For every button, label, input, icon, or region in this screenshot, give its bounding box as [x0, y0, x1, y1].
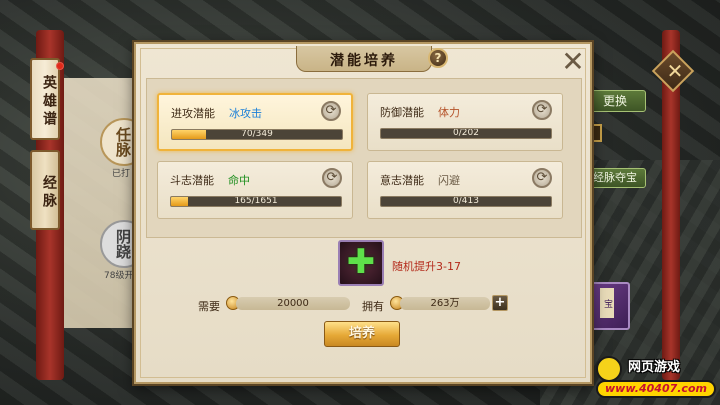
potential-card-attack[interactable]: 进攻潜能 冰攻击 ⟳ 70/349	[157, 93, 353, 151]
potential-attribute: 命中	[228, 174, 250, 187]
potential-training-dialog: 潜能培养 ? ✕ 进攻潜能 冰攻击 ⟳ 70/349 防御潜能 体力 ⟳ 0/2…	[134, 42, 592, 384]
change-button[interactable]: 更换	[584, 90, 646, 112]
watermark-logo-icon	[596, 356, 622, 382]
meridian-node-ren-status: 已打	[112, 169, 131, 179]
progress-text: 70/349	[241, 129, 273, 139]
add-currency-button[interactable]: +	[492, 295, 508, 311]
random-boost-text: 随机提升3-17	[392, 260, 461, 273]
potential-grid: 进攻潜能 冰攻击 ⟳ 70/349 防御潜能 体力 ⟳ 0/202 斗志潜能 命…	[146, 78, 582, 238]
potential-attribute: 体力	[438, 106, 460, 119]
close-icon[interactable]: ✕	[560, 48, 586, 76]
refresh-icon[interactable]: ⟳	[322, 168, 342, 188]
cultivate-button[interactable]: 培养	[324, 321, 400, 347]
help-icon[interactable]: ?	[428, 48, 448, 68]
meridian-node-yinqiao-status: 78级开	[104, 271, 134, 281]
watermark-title: 网页游戏	[628, 360, 681, 375]
need-amount: 20000	[236, 297, 350, 310]
tab-hero-list[interactable]: 英雄谱	[30, 58, 60, 140]
notification-dot	[56, 62, 64, 70]
potential-card-defense[interactable]: 防御潜能 体力 ⟳ 0/202	[367, 93, 563, 151]
potential-card-morale[interactable]: 斗志潜能 命中 ⟳ 165/1651	[157, 161, 353, 219]
potential-progress-bar: 70/349	[171, 129, 343, 140]
outer-close-icon: ✕	[666, 59, 684, 83]
progress-text: 0/202	[453, 128, 479, 138]
progress-text: 0/413	[453, 196, 479, 206]
potential-name: 意志潜能	[380, 174, 424, 187]
potential-progress-bar: 0/413	[380, 196, 552, 207]
progress-text: 165/1651	[234, 196, 278, 206]
potential-name: 进攻潜能	[171, 107, 215, 120]
refresh-icon[interactable]: ⟳	[532, 168, 552, 188]
green-plus-icon: ✚	[346, 242, 376, 282]
need-label: 需要	[198, 300, 220, 313]
potential-progress-bar: 165/1651	[170, 196, 342, 207]
meridian-treasure-button[interactable]: 经脉夺宝	[584, 168, 646, 188]
potential-progress-bar: 0/202	[380, 128, 552, 139]
refresh-icon[interactable]: ⟳	[532, 100, 552, 120]
dialog-title: 潜能培养	[330, 53, 398, 69]
potential-name: 防御潜能	[380, 106, 424, 119]
potential-card-will[interactable]: 意志潜能 闪避 ⟳ 0/413	[367, 161, 563, 219]
own-amount: 263万	[400, 297, 490, 310]
potential-attribute: 闪避	[438, 174, 460, 187]
tab-meridians[interactable]: 经脉	[30, 150, 60, 230]
own-label: 拥有	[362, 300, 384, 313]
watermark-url: www.40407.com	[596, 380, 716, 398]
book-label: 宝	[600, 288, 614, 318]
potential-attribute: 冰攻击	[229, 107, 262, 120]
refresh-icon[interactable]: ⟳	[321, 101, 341, 121]
potential-name: 斗志潜能	[170, 174, 214, 187]
